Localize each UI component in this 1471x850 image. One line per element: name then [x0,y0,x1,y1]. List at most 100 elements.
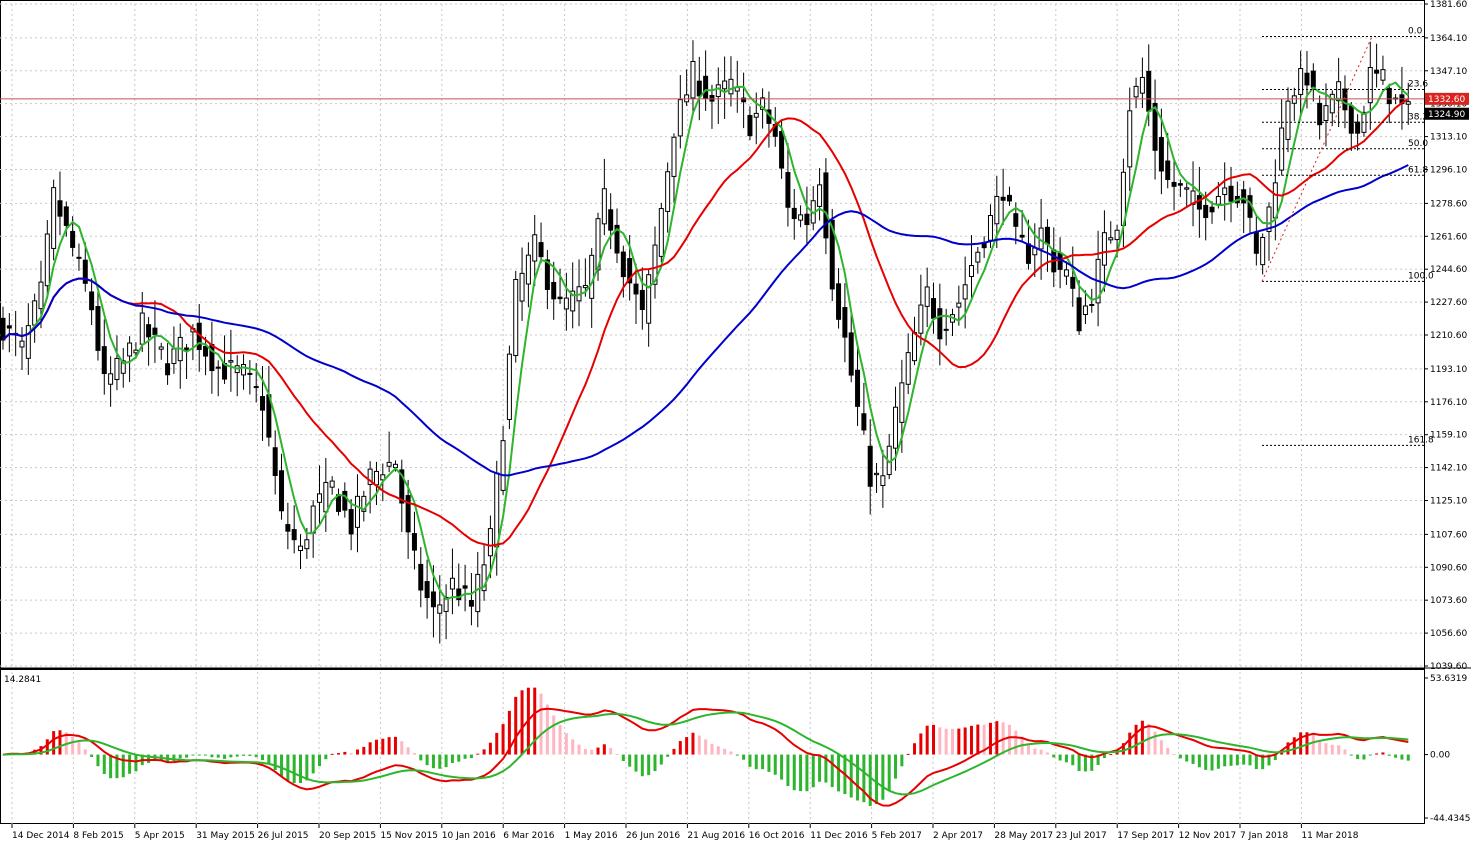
histogram-bar [640,754,644,777]
candle-body [25,325,31,359]
histogram-bar [197,754,201,756]
time-tick-label: 8 Feb 2015 [73,831,123,841]
histogram-bar [178,754,182,759]
histogram-bar [374,739,378,755]
candle-body [6,325,12,329]
time-tick-label: 26 Jul 2015 [258,831,309,841]
histogram-bar [976,724,980,755]
histogram-bar [799,754,803,792]
price-tick-label: 1142.10 [1430,464,1467,474]
histogram-bar [900,754,904,767]
candle-body [874,472,880,476]
histogram-bar [419,754,423,761]
histogram-bar [1362,754,1366,760]
time-tick-label: 2 Apr 2017 [933,831,983,841]
candle-body [1165,160,1171,180]
histogram-bar [1311,733,1315,755]
candle-body [298,545,304,552]
histogram-bar [210,754,214,758]
candle-body [373,470,379,486]
candle-body [728,78,734,95]
histogram-bar [716,746,720,755]
candle-body [114,357,120,380]
histogram-bar [621,754,625,761]
histogram-bar [894,754,898,779]
candle-body [962,284,968,300]
candle-body [348,509,354,535]
candle-body [253,386,259,389]
histogram-bar [229,754,233,758]
histogram-bar [628,754,632,767]
candle-body [804,213,810,226]
candle-body [430,591,436,608]
candle-body [323,481,329,513]
histogram-bar [77,742,81,755]
candle-body [1380,69,1386,81]
price-tick-label: 1125.10 [1430,497,1467,507]
histogram-bar [1204,754,1208,770]
candle-body [63,206,69,226]
histogram-bar [1014,730,1018,755]
candle-body [285,524,291,532]
price-tick-label: 1381.60 [1430,0,1467,10]
candle-body [1298,68,1304,95]
histogram-bar [463,754,467,759]
candle-body [44,233,50,287]
price-tick-label: 1090.60 [1430,563,1467,573]
candle-body [975,251,981,263]
candle-body [57,200,63,217]
candle-body [171,348,177,364]
histogram-bar [387,737,391,755]
candle-body [994,196,1000,225]
candle-body [165,363,171,376]
candle-body [19,340,25,348]
candle-body [918,304,924,334]
histogram-bar [995,721,999,755]
candle-body [89,291,95,311]
histogram-bar [1400,754,1404,760]
candle-body [1127,110,1133,168]
candle-body [703,75,709,99]
candle-body [76,256,82,259]
histogram-bar [938,727,942,755]
histogram-bar [412,752,416,755]
candle-body [304,539,310,550]
histogram-bar [564,733,568,755]
price-tick-label: 1261.60 [1430,232,1467,242]
price-tag-horizontal-label: 1332.60 [1428,95,1465,105]
candle-body [1057,252,1063,270]
histogram-bar [273,754,277,771]
histogram-bar [425,754,429,766]
histogram-bar [58,730,62,755]
candle-body [1310,70,1316,88]
time-tick-label: 20 Sep 2015 [319,831,376,841]
fib-level-label: 161.8 [1408,435,1434,445]
candle-body [893,406,899,449]
histogram-bar [1235,754,1239,766]
candle-body [861,413,867,431]
histogram-bar [988,722,992,755]
candle-body [867,445,873,487]
histogram-bar [1172,754,1176,756]
candle-body [589,254,595,299]
histogram-bar [634,754,638,772]
histogram-bar [590,749,594,755]
histogram-bar [647,754,651,776]
histogram-bar [1337,745,1341,755]
histogram-bar [729,751,733,755]
histogram-bar [469,754,473,759]
candle-body [1139,76,1145,94]
histogram-bar [1216,754,1220,769]
candle-body [158,346,164,350]
time-tick-label: 11 Mar 2018 [1301,831,1358,841]
histogram-bar [1292,737,1296,755]
candle-body [633,283,639,295]
histogram-bar [748,754,752,767]
candle-body [247,372,253,375]
candle-body [310,505,316,534]
candle-body [1171,181,1177,187]
histogram-bar [1318,740,1322,755]
candle-body [1196,195,1202,210]
histogram-bar [1159,740,1163,755]
histogram-bar [482,749,486,755]
